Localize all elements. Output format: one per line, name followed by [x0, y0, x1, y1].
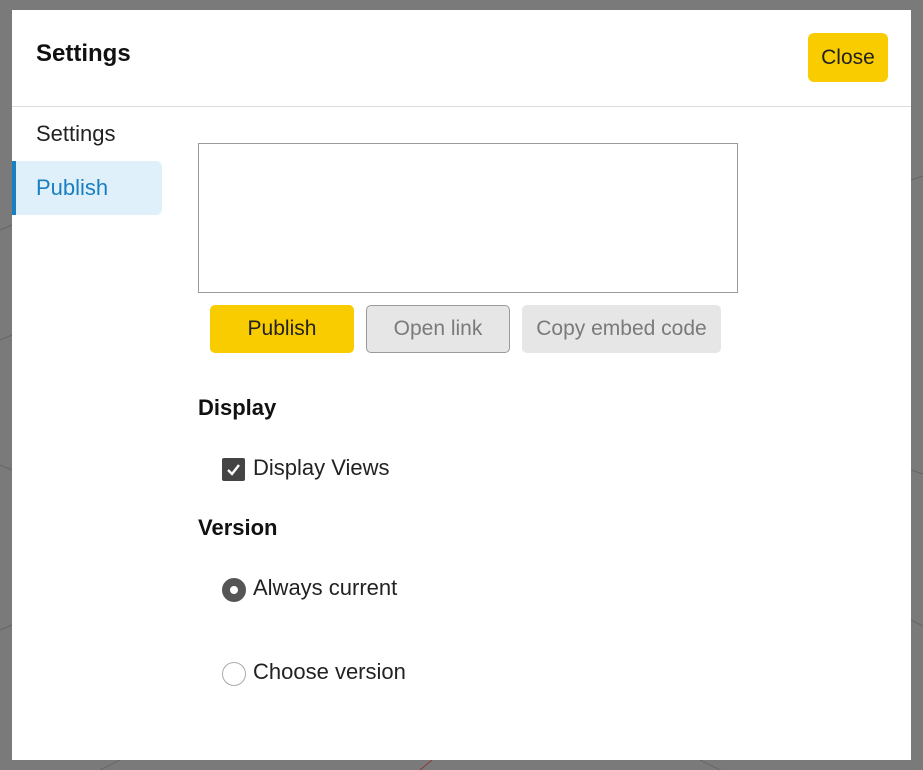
dialog-header: Settings Close — [12, 10, 911, 107]
close-button[interactable]: Close — [808, 33, 888, 82]
choose-version-radio-row[interactable]: Choose version — [222, 658, 406, 686]
copy-embed-code-button[interactable]: Copy embed code — [522, 305, 721, 353]
display-heading: Display — [198, 395, 277, 420]
checkmark-icon — [227, 464, 240, 476]
publish-button[interactable]: Publish — [210, 305, 354, 353]
display-views-checkbox-row[interactable]: Display Views — [222, 454, 390, 481]
display-views-label: Display Views — [253, 454, 390, 480]
always-current-label: Always current — [253, 575, 398, 600]
always-current-radio-row[interactable]: Always current — [222, 574, 397, 602]
always-current-radio[interactable] — [222, 578, 246, 602]
embed-code-textarea[interactable] — [198, 143, 738, 293]
choose-version-radio[interactable] — [222, 662, 246, 686]
settings-dialog: Settings Close Settings Publish Publish … — [12, 10, 911, 760]
sidebar-item-settings[interactable]: Settings — [12, 107, 162, 161]
version-heading: Version — [198, 515, 278, 540]
choose-version-label: Choose version — [253, 659, 406, 684]
dialog-title: Settings — [36, 40, 131, 67]
display-views-checkbox[interactable] — [222, 458, 245, 481]
open-link-button[interactable]: Open link — [366, 305, 510, 353]
sidebar-item-publish[interactable]: Publish — [12, 161, 162, 215]
